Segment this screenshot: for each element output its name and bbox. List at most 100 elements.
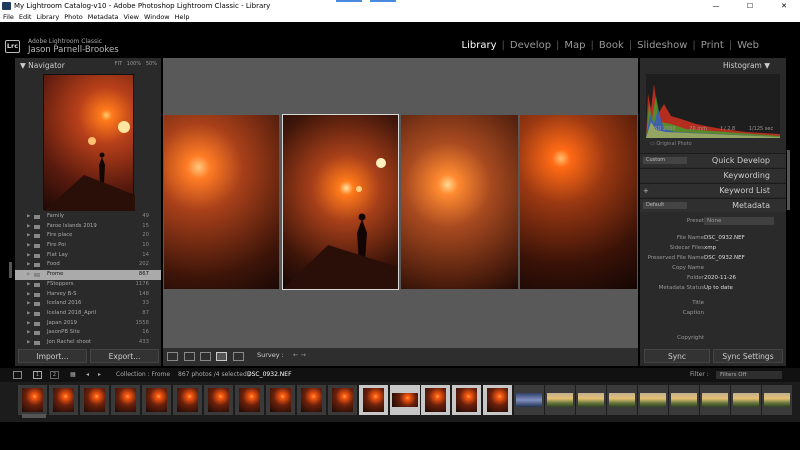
filmstrip-thumbnail[interactable]	[204, 385, 233, 415]
folder-row[interactable]: ▶ Jon Rachel shoot 433	[15, 338, 161, 348]
menu-metadata[interactable]: Metadata	[86, 12, 121, 22]
survey-view-icon[interactable]	[216, 352, 227, 361]
collection-source[interactable]: Collection : Frome	[116, 368, 170, 382]
sync-settings-button[interactable]: Sync Settings	[713, 349, 783, 363]
loupe-view-icon[interactable]	[184, 352, 195, 361]
compare-view-icon[interactable]	[200, 352, 211, 361]
import-button[interactable]: Import...	[18, 349, 87, 363]
zoom-fit[interactable]: FIT	[115, 61, 122, 67]
file-name-value[interactable]: DSC_0932.NEF	[704, 233, 745, 243]
menu-edit[interactable]: Edit	[17, 12, 34, 22]
forward-arrow-icon[interactable]: ▸	[98, 368, 101, 382]
navigate-arrows[interactable]: ← →	[293, 351, 306, 359]
filmstrip-thumbnail[interactable]	[762, 385, 792, 415]
menu-view[interactable]: View	[122, 12, 141, 22]
quick-develop-header[interactable]: Custom Quick Develop	[640, 153, 786, 167]
survey-photo-2-selected[interactable]	[282, 114, 399, 290]
folder-row[interactable]: ▶ Harvey B-S 148	[15, 290, 161, 300]
filmstrip-thumbnail[interactable]	[80, 385, 109, 415]
filmstrip-thumbnail[interactable]	[607, 385, 637, 415]
filmstrip-thumbnail[interactable]	[514, 385, 544, 415]
module-library[interactable]: Library	[457, 40, 502, 51]
folder-row[interactable]: ▶ Faroe Islands 2019 15	[15, 222, 161, 232]
filmstrip-thumbnail[interactable]	[390, 385, 420, 415]
folder-row[interactable]: ▶ Japan 2019 1558	[15, 319, 161, 329]
menu-photo[interactable]: Photo	[62, 12, 85, 22]
expand-triangle-icon[interactable]: ▶	[27, 309, 30, 319]
page-2-button[interactable]: 2	[50, 371, 59, 379]
filmstrip-thumbnail[interactable]	[545, 385, 575, 415]
histogram-header[interactable]: Histogram ▼	[723, 60, 770, 72]
export-button[interactable]: Export...	[90, 349, 159, 363]
folder-row[interactable]: ▶ Fire place 20	[15, 231, 161, 241]
maximize-button[interactable]: ☐	[738, 0, 762, 12]
zoom-100[interactable]: 100%	[127, 61, 141, 67]
survey-photo-1[interactable]	[164, 115, 279, 289]
expand-triangle-icon[interactable]: ▶	[27, 241, 30, 251]
module-book[interactable]: Book	[594, 40, 629, 51]
sync-button[interactable]: Sync	[644, 349, 710, 363]
right-scroll-handle[interactable]	[787, 150, 790, 210]
filmstrip-thumbnail[interactable]	[235, 385, 264, 415]
filmstrip-thumbnail[interactable]	[483, 385, 512, 415]
menu-window[interactable]: Window	[142, 12, 172, 22]
filmstrip-scroll-handle[interactable]	[22, 414, 46, 418]
navigator-preview[interactable]	[43, 74, 135, 211]
expand-triangle-icon[interactable]: ▶	[27, 290, 30, 300]
quick-develop-preset[interactable]: Custom	[643, 157, 687, 164]
folder-row[interactable]: ▶ Frome 867	[15, 270, 161, 280]
menu-help[interactable]: Help	[173, 12, 192, 22]
metadata-header[interactable]: Default Metadata	[640, 198, 786, 212]
filmstrip-thumbnail[interactable]	[173, 385, 202, 415]
minimize-button[interactable]: —	[704, 0, 728, 12]
filmstrip-thumbnail[interactable]	[49, 385, 78, 415]
grid-icon[interactable]: ▦	[70, 368, 76, 382]
folder-row[interactable]: ▶ Fire Poi 10	[15, 241, 161, 251]
filmstrip-thumbnail[interactable]	[452, 385, 481, 415]
module-web[interactable]: Web	[732, 40, 764, 51]
menu-file[interactable]: File	[1, 12, 16, 22]
folder-row[interactable]: ▶ Iceland 2016 33	[15, 299, 161, 309]
second-window-icon[interactable]	[13, 371, 22, 379]
add-keyword-icon[interactable]: +	[643, 184, 649, 198]
metadata-preset-select[interactable]: Default	[643, 202, 687, 209]
filmstrip-thumbnail[interactable]	[700, 385, 730, 415]
people-view-icon[interactable]	[233, 352, 244, 361]
module-map[interactable]: Map	[559, 40, 590, 51]
expand-triangle-icon[interactable]: ▶	[27, 299, 30, 309]
back-arrow-icon[interactable]: ◂	[86, 368, 89, 382]
filmstrip-thumbnail[interactable]	[576, 385, 606, 415]
filmstrip-thumbnail[interactable]	[731, 385, 761, 415]
grid-view-icon[interactable]	[167, 352, 178, 361]
keywording-header[interactable]: Keywording	[640, 168, 786, 182]
survey-photo-4[interactable]	[520, 115, 637, 289]
expand-triangle-icon[interactable]: ▶	[27, 260, 30, 270]
navigator-header[interactable]: ▼ Navigator	[20, 60, 65, 72]
expand-triangle-icon[interactable]: ▶	[27, 222, 30, 232]
folder-row[interactable]: ▶ FStoppers 1176	[15, 280, 161, 290]
expand-triangle-icon[interactable]: ▶	[27, 270, 30, 280]
page-1-button[interactable]: 1	[33, 371, 42, 379]
expand-triangle-icon[interactable]: ▶	[27, 251, 30, 261]
filmstrip-thumbnail[interactable]	[297, 385, 326, 415]
expand-triangle-icon[interactable]: ▶	[27, 212, 30, 222]
filmstrip-thumbnail[interactable]	[111, 385, 140, 415]
filmstrip-thumbnail[interactable]	[328, 385, 357, 415]
expand-triangle-icon[interactable]: ▶	[27, 338, 30, 348]
folder-row[interactable]: ▶ Family 49	[15, 212, 161, 222]
expand-triangle-icon[interactable]: ▶	[27, 328, 30, 338]
folder-value[interactable]: 2020-11-26	[704, 273, 736, 283]
filmstrip-thumbnail[interactable]	[266, 385, 295, 415]
filmstrip-thumbnail[interactable]	[142, 385, 171, 415]
survey-photo-3[interactable]	[401, 115, 518, 289]
folder-row[interactable]: ▶ Flat Lay 14	[15, 251, 161, 261]
module-slideshow[interactable]: Slideshow	[632, 40, 692, 51]
folder-row[interactable]: ▶ Iceland 2018_April 87	[15, 309, 161, 319]
module-develop[interactable]: Develop	[505, 40, 556, 51]
close-button[interactable]: ✕	[772, 0, 796, 12]
expand-triangle-icon[interactable]: ▶	[27, 231, 30, 241]
filter-select[interactable]: Filters Off	[716, 371, 782, 379]
original-photo-indicator[interactable]: ▭ Original Photo	[650, 141, 692, 147]
expand-triangle-icon[interactable]: ▶	[27, 280, 30, 290]
left-scroll-handle[interactable]	[9, 262, 12, 278]
